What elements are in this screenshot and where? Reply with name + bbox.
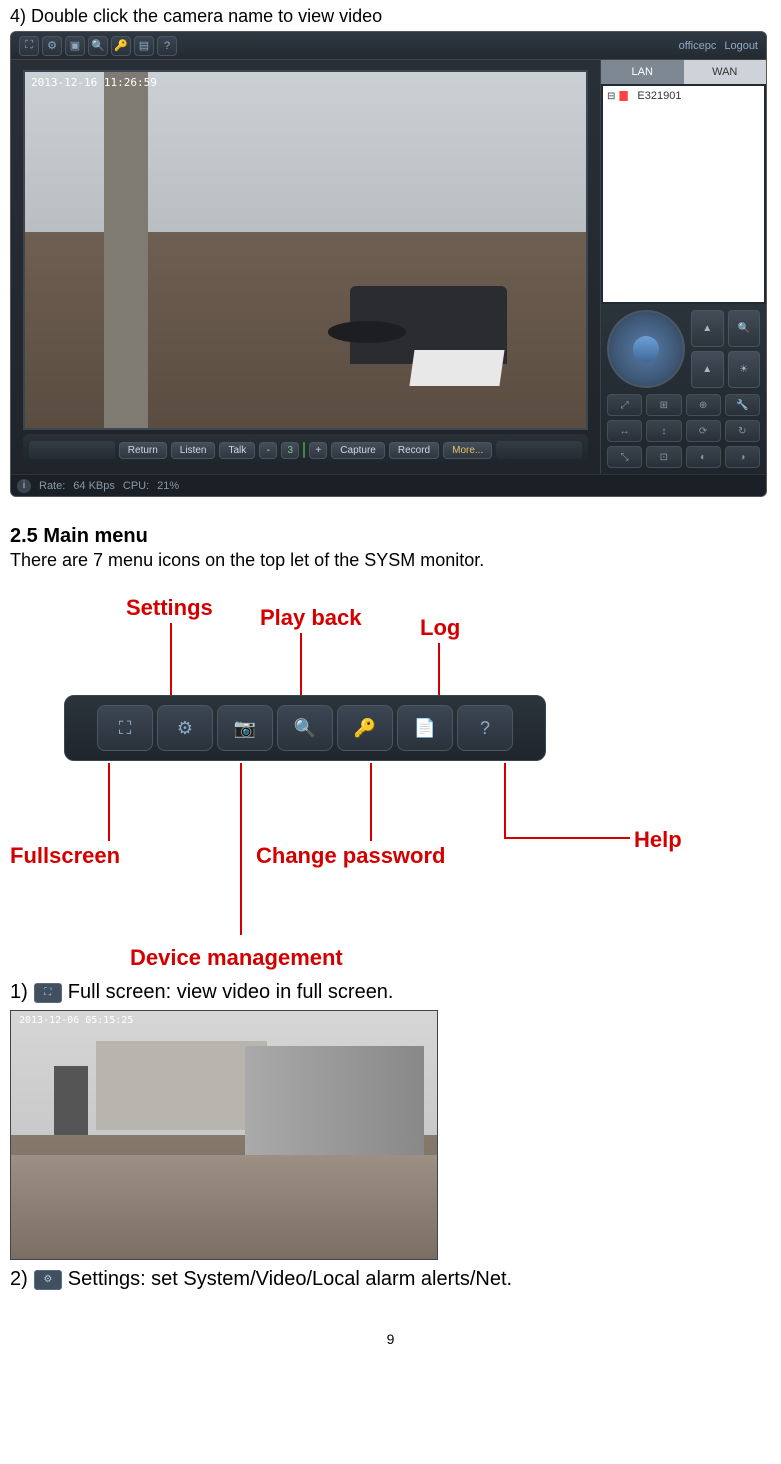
- label-playback: Play back: [260, 605, 362, 631]
- label-help: Help: [634, 827, 682, 853]
- info-icon: i: [17, 479, 31, 493]
- talk-button[interactable]: Talk: [219, 442, 255, 459]
- page-number: 9: [10, 1331, 771, 1347]
- section-description: There are 7 menu icons on the top let of…: [10, 550, 771, 571]
- section-heading: 2.5 Main menu: [10, 525, 771, 548]
- device-tree[interactable]: ⊟ E321901: [603, 86, 764, 302]
- ptz-grid-btn[interactable]: 🔧: [725, 394, 760, 416]
- devmgmt-icon[interactable]: 🔍: [88, 36, 108, 56]
- item1-text: Full screen: view video in full screen.: [68, 981, 394, 1004]
- fullscreen-screenshot: 2013-12-06 05:15:25: [10, 1010, 438, 1260]
- help-icon[interactable]: ?: [157, 36, 177, 56]
- logout-link[interactable]: Logout: [724, 40, 758, 52]
- rate-value: 64 KBps: [73, 480, 115, 492]
- video-scene-placeholder: [25, 72, 586, 428]
- device-item[interactable]: ⊟ E321901: [607, 90, 760, 102]
- step-4-text: 4) Double click the camera name to view …: [10, 6, 771, 27]
- ptz-center-button[interactable]: [633, 336, 659, 362]
- ptz-grid-btn[interactable]: ◑: [725, 446, 760, 468]
- capture-button[interactable]: Capture: [331, 442, 385, 459]
- plus-button[interactable]: +: [309, 442, 327, 459]
- label-log: Log: [420, 615, 460, 641]
- tab-wan[interactable]: WAN: [684, 60, 767, 84]
- ptz-grid-btn[interactable]: ⊕: [686, 394, 721, 416]
- username-label: officepc: [679, 40, 717, 52]
- settings-icon[interactable]: ⚙: [42, 36, 62, 56]
- changepwd-icon[interactable]: 🔑: [111, 36, 131, 56]
- video-timestamp: 2013-12-16 11:26:59: [31, 76, 157, 89]
- camera-flag-icon: [619, 91, 633, 101]
- icon-bar: ⛶ ⚙ 📷 🔍 🔑 📄 ?: [64, 695, 546, 761]
- device-name: E321901: [637, 90, 681, 102]
- menu-diagram: Settings Play back Log Fullscreen Change…: [10, 575, 710, 975]
- separator: [303, 442, 305, 458]
- playback-icon[interactable]: 📷: [217, 705, 273, 751]
- label-fullscreen: Fullscreen: [10, 843, 120, 869]
- rate-label: Rate:: [39, 480, 65, 492]
- label-devmgmt: Device management: [130, 945, 343, 971]
- record-button[interactable]: Record: [389, 442, 439, 459]
- ptz-grid-btn[interactable]: ⟳: [686, 420, 721, 442]
- ptz-grid-btn[interactable]: ◐: [686, 446, 721, 468]
- ptz-up2-icon[interactable]: ▲: [691, 351, 724, 388]
- ptz-grid-btn[interactable]: ↻: [725, 420, 760, 442]
- status-bar: i Rate: 64 KBps CPU: 21%: [11, 474, 766, 496]
- ptz-grid-btn[interactable]: ↔: [607, 420, 642, 442]
- ptz-bright-icon[interactable]: ☀: [728, 351, 761, 388]
- label-settings: Settings: [126, 595, 213, 621]
- topbar-icons: ⛶ ⚙ ▣ 🔍 🔑 ▤ ?: [19, 36, 177, 56]
- ptz-grid-btn[interactable]: ↕: [646, 420, 681, 442]
- cpu-value: 21%: [157, 480, 179, 492]
- fullscreen-icon[interactable]: ⛶: [19, 36, 39, 56]
- devmgmt-icon[interactable]: 🔍: [277, 705, 333, 751]
- side-panel: LAN WAN ⊟ E321901 ▲ 🔍 ▲: [600, 60, 766, 474]
- ptz-controls: ▲ 🔍 ▲ ☀ ⤢ ⊞ ⊕ 🔧 ↔ ↕ ⟳ ↻ ⤡ ⊡: [601, 304, 766, 474]
- log-icon[interactable]: ▤: [134, 36, 154, 56]
- more-button[interactable]: More...: [443, 442, 492, 459]
- return-button[interactable]: Return: [119, 442, 167, 459]
- fullscreen-icon[interactable]: ⛶: [97, 705, 153, 751]
- settings-inline-icon: ⚙: [34, 1270, 62, 1290]
- item2-text: Settings: set System/Video/Local alarm a…: [68, 1268, 512, 1291]
- ptz-wheel[interactable]: [607, 310, 685, 388]
- listen-button[interactable]: Listen: [171, 442, 216, 459]
- ptz-zoom-icon[interactable]: 🔍: [728, 310, 761, 347]
- settings-icon[interactable]: ⚙: [157, 705, 213, 751]
- ptz-grid-btn[interactable]: ⊞: [646, 394, 681, 416]
- minus-button[interactable]: -: [259, 442, 277, 459]
- monitor-ui-screenshot: ⛶ ⚙ ▣ 🔍 🔑 ▤ ? officepc Logout 2013-12-16…: [10, 31, 767, 497]
- help-icon[interactable]: ?: [457, 705, 513, 751]
- label-changepwd: Change password: [256, 843, 445, 869]
- item1-number: 1): [10, 981, 28, 1004]
- fullscreen-timestamp: 2013-12-06 05:15:25: [19, 1015, 133, 1026]
- monitor-topbar: ⛶ ⚙ ▣ 🔍 🔑 ▤ ? officepc Logout: [11, 32, 766, 60]
- cpu-label: CPU:: [123, 480, 149, 492]
- ptz-up-icon[interactable]: ▲: [691, 310, 724, 347]
- ptz-grid-btn[interactable]: ⊡: [646, 446, 681, 468]
- tab-lan[interactable]: LAN: [601, 60, 684, 84]
- playback-icon[interactable]: ▣: [65, 36, 85, 56]
- fullscreen-inline-icon: ⛶: [34, 983, 62, 1003]
- video-control-bar: Return Listen Talk - 3 + Capture Record …: [23, 434, 588, 466]
- stream-number: 3: [281, 442, 299, 459]
- ptz-grid-btn[interactable]: ⤢: [607, 394, 642, 416]
- ptz-grid-btn[interactable]: ⤡: [607, 446, 642, 468]
- video-frame[interactable]: 2013-12-16 11:26:59: [23, 70, 588, 430]
- changepwd-icon[interactable]: 🔑: [337, 705, 393, 751]
- item2-number: 2): [10, 1268, 28, 1291]
- log-icon[interactable]: 📄: [397, 705, 453, 751]
